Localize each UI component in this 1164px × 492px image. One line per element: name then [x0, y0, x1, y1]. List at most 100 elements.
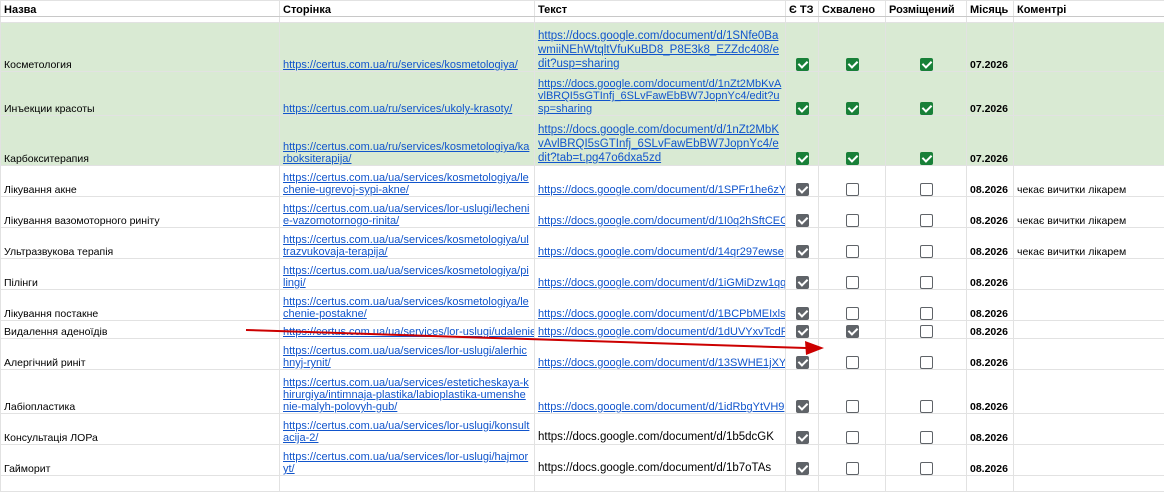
month-cell[interactable]: 08.2026 — [966, 258, 1014, 290]
checkbox-checked[interactable] — [795, 400, 809, 413]
text-url-cell[interactable]: https://docs.google.com/document/d/1b5dc… — [534, 413, 786, 445]
doc-link[interactable]: https://docs.google.com/document/d/1idRb… — [538, 401, 784, 413]
page-link[interactable]: https://certus.com.ua/ua/services/lor-us… — [283, 326, 534, 338]
checkbox-unchecked[interactable] — [919, 183, 933, 196]
placed-cell[interactable] — [885, 444, 967, 476]
checkbox-unchecked[interactable] — [919, 431, 933, 444]
service-name-cell[interactable]: Карбокситерапия — [0, 115, 280, 166]
approved-cell[interactable] — [818, 369, 886, 414]
text-url-cell[interactable]: https://docs.google.com/document/d/1nZt2… — [534, 71, 786, 116]
month-cell[interactable]: 08.2026 — [966, 289, 1014, 321]
cell[interactable] — [279, 475, 535, 492]
page-url-cell[interactable]: https://certus.com.ua/ua/services/kosmet… — [279, 165, 535, 197]
checkbox-checked[interactable] — [795, 152, 809, 165]
page-link[interactable]: https://certus.com.ua/ru/services/kosmet… — [283, 59, 531, 71]
has-tz-cell[interactable] — [785, 227, 819, 259]
approved-cell[interactable] — [818, 165, 886, 197]
doc-link[interactable]: https://docs.google.com/document/d/1iGMi… — [538, 277, 785, 289]
has-tz-cell[interactable] — [785, 71, 819, 116]
page-link[interactable]: https://certus.com.ua/ua/services/lor-us… — [283, 451, 531, 475]
doc-link[interactable]: https://docs.google.com/document/d/1SPFr… — [538, 184, 785, 196]
approved-cell[interactable] — [818, 227, 886, 259]
approved-cell[interactable] — [818, 338, 886, 370]
month-cell[interactable]: 07.2026 — [966, 22, 1014, 72]
page-link[interactable]: https://certus.com.ua/ua/services/kosmet… — [283, 234, 531, 258]
placed-cell[interactable] — [885, 258, 967, 290]
page-link[interactable]: https://certus.com.ua/ru/services/kosmet… — [283, 141, 531, 165]
checkbox-unchecked[interactable] — [919, 245, 933, 258]
cell[interactable] — [966, 475, 1014, 492]
page-url-cell[interactable]: https://certus.com.ua/ua/services/lor-us… — [279, 413, 535, 445]
checkbox-checked[interactable] — [795, 325, 809, 338]
service-name-cell[interactable]: Алергічний риніт — [0, 338, 280, 370]
column-header-placed[interactable]: Розміщений — [885, 0, 967, 17]
comment-cell[interactable]: чекає вичитки лікарем — [1013, 227, 1164, 259]
page-link[interactable]: https://certus.com.ua/ua/services/kosmet… — [283, 296, 531, 320]
checkbox-unchecked[interactable] — [845, 431, 859, 444]
checkbox-unchecked[interactable] — [845, 462, 859, 475]
approved-cell[interactable] — [818, 196, 886, 228]
checkbox-unchecked[interactable] — [845, 183, 859, 196]
placed-cell[interactable] — [885, 338, 967, 370]
approved-cell[interactable] — [818, 71, 886, 116]
page-url-cell[interactable]: https://certus.com.ua/ua/services/lor-us… — [279, 196, 535, 228]
checkbox-checked[interactable] — [795, 183, 809, 196]
service-name-cell[interactable]: Инъекции красоты — [0, 71, 280, 116]
cell[interactable] — [1013, 475, 1164, 492]
checkbox-checked[interactable] — [845, 152, 859, 165]
approved-cell[interactable] — [818, 289, 886, 321]
comment-cell[interactable] — [1013, 320, 1164, 339]
approved-cell[interactable] — [818, 444, 886, 476]
cell[interactable] — [0, 475, 280, 492]
approved-cell[interactable] — [818, 413, 886, 445]
month-cell[interactable]: 08.2026 — [966, 196, 1014, 228]
comment-cell[interactable] — [1013, 289, 1164, 321]
checkbox-checked[interactable] — [795, 276, 809, 289]
text-url-cell[interactable]: https://docs.google.com/document/d/14qr2… — [534, 227, 786, 259]
checkbox-checked[interactable] — [795, 356, 809, 369]
column-header-name[interactable]: Назва — [0, 0, 280, 17]
month-cell[interactable]: 07.2026 — [966, 115, 1014, 166]
has-tz-cell[interactable] — [785, 320, 819, 339]
checkbox-unchecked[interactable] — [845, 307, 859, 320]
page-link[interactable]: https://certus.com.ua/ua/services/kosmet… — [283, 265, 531, 289]
page-link[interactable]: https://certus.com.ua/ua/services/esteti… — [283, 377, 531, 413]
placed-cell[interactable] — [885, 369, 967, 414]
column-header-comments[interactable]: Коментрі — [1013, 0, 1164, 17]
text-url-cell[interactable]: https://docs.google.com/document/d/1idRb… — [534, 369, 786, 414]
checkbox-checked[interactable] — [795, 307, 809, 320]
page-url-cell[interactable]: https://certus.com.ua/ru/services/ukoly-… — [279, 71, 535, 116]
page-link[interactable]: https://certus.com.ua/ua/services/lor-us… — [283, 203, 531, 227]
placed-cell[interactable] — [885, 320, 967, 339]
service-name-cell[interactable]: Консультація ЛОРа — [0, 413, 280, 445]
page-url-cell[interactable]: https://certus.com.ua/ru/services/kosmet… — [279, 22, 535, 72]
service-name-cell[interactable]: Лікування постакне — [0, 289, 280, 321]
month-cell[interactable]: 08.2026 — [966, 413, 1014, 445]
comment-cell[interactable] — [1013, 369, 1164, 414]
column-header-page[interactable]: Сторінка — [279, 0, 535, 17]
checkbox-unchecked[interactable] — [919, 307, 933, 320]
placed-cell[interactable] — [885, 115, 967, 166]
service-name-cell[interactable]: Косметология — [0, 22, 280, 72]
service-name-cell[interactable]: Видалення аденоїдів — [0, 320, 280, 339]
page-link[interactable]: https://certus.com.ua/ru/services/ukoly-… — [283, 103, 531, 115]
has-tz-cell[interactable] — [785, 22, 819, 72]
approved-cell[interactable] — [818, 258, 886, 290]
month-cell[interactable]: 08.2026 — [966, 444, 1014, 476]
text-url-cell[interactable]: https://docs.google.com/document/d/1SNfe… — [534, 22, 786, 72]
month-cell[interactable]: 08.2026 — [966, 320, 1014, 339]
checkbox-unchecked[interactable] — [845, 400, 859, 413]
column-header-approved[interactable]: Схвалено — [818, 0, 886, 17]
checkbox-checked[interactable] — [919, 152, 933, 165]
service-name-cell[interactable]: Ультразвукова терапія — [0, 227, 280, 259]
service-name-cell[interactable]: Лабіопластика — [0, 369, 280, 414]
comment-cell[interactable] — [1013, 413, 1164, 445]
placed-cell[interactable] — [885, 413, 967, 445]
checkbox-unchecked[interactable] — [919, 325, 933, 338]
month-cell[interactable]: 07.2026 — [966, 71, 1014, 116]
approved-cell[interactable] — [818, 22, 886, 72]
column-header-month[interactable]: Місяць — [966, 0, 1014, 17]
comment-cell[interactable] — [1013, 444, 1164, 476]
month-cell[interactable]: 08.2026 — [966, 165, 1014, 197]
service-name-cell[interactable]: Гайморит — [0, 444, 280, 476]
